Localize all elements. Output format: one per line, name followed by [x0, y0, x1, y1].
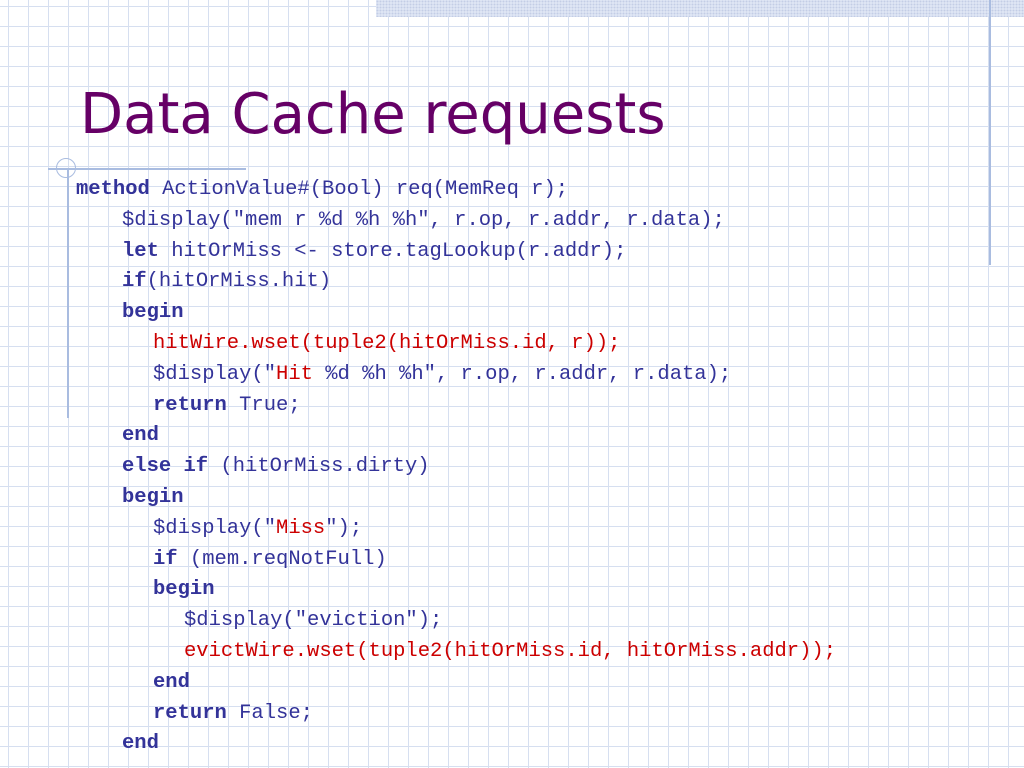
code-line-11: begin: [76, 483, 836, 514]
circle-ornament: [56, 158, 76, 178]
keyword-begin: begin: [153, 578, 215, 602]
top-decorative-band: [376, 0, 1024, 17]
evict-wire-statement: evictWire.wset(tuple2(hitOrMiss.id, hitO…: [184, 639, 837, 663]
keyword-method: method: [76, 178, 150, 201]
display-eviction: $display("eviction");: [184, 609, 443, 633]
code-line-10: else if (hitOrMiss.dirty): [76, 452, 836, 483]
title-underline-accent: [48, 168, 246, 170]
code-line-17: end: [76, 668, 836, 699]
keyword-let: let: [122, 239, 159, 263]
code-line-5: begin: [76, 298, 836, 329]
code-line-2: $display("mem r %d %h %h", r.op, r.addr,…: [76, 206, 836, 237]
keyword-return: return: [153, 393, 227, 417]
keyword-if: if: [153, 547, 178, 571]
return-true: True;: [226, 393, 301, 417]
display-request: $display("mem r %d %h %h", r.op, r.addr,…: [122, 208, 725, 232]
display-hit-suffix: %d %h %h", r.op, r.addr, r.data);: [312, 362, 732, 386]
code-line-19: end: [76, 729, 836, 760]
dirty-condition: (hitOrMiss.dirty): [208, 455, 430, 479]
code-line-1: method ActionValue#(Bool) req(MemReq r);: [76, 175, 836, 206]
code-line-8: return True;: [76, 391, 836, 422]
code-block: method ActionValue#(Bool) req(MemReq r);…: [76, 175, 836, 760]
keyword-if: if: [122, 270, 147, 294]
keyword-begin: begin: [122, 301, 184, 325]
keyword-else-if: else if: [122, 455, 209, 479]
code-line-16: evictWire.wset(tuple2(hitOrMiss.id, hitO…: [76, 637, 836, 668]
code-line-9: end: [76, 421, 836, 452]
code-line-4: if(hitOrMiss.hit): [76, 267, 836, 298]
code-line-18: return False;: [76, 699, 836, 730]
code-line-6: hitWire.wset(tuple2(hitOrMiss.id, r));: [76, 329, 836, 360]
display-miss-prefix: $display(": [153, 516, 277, 540]
left-accent-line: [67, 168, 69, 418]
keyword-end: end: [122, 424, 159, 448]
return-false: False;: [226, 701, 313, 725]
code-line-3: let hitOrMiss <- store.tagLookup(r.addr)…: [76, 237, 836, 268]
hit-wire-statement: hitWire.wset(tuple2(hitOrMiss.id, r));: [153, 331, 621, 355]
not-full-condition: (mem.reqNotFull): [177, 547, 387, 571]
display-miss-word: Miss: [276, 516, 326, 540]
method-signature: ActionValue#(Bool) req(MemReq r);: [149, 178, 569, 201]
keyword-begin: begin: [122, 485, 184, 509]
code-line-13: if (mem.reqNotFull): [76, 545, 836, 576]
keyword-end: end: [122, 732, 159, 756]
code-line-15: $display("eviction");: [76, 606, 836, 637]
tag-lookup-statement: hitOrMiss <- store.tagLookup(r.addr);: [158, 239, 627, 263]
keyword-end: end: [153, 670, 190, 694]
display-hit-word: Hit: [276, 362, 313, 386]
display-hit-prefix: $display(": [153, 362, 277, 386]
code-line-7: $display("Hit %d %h %h", r.op, r.addr, r…: [76, 360, 836, 391]
display-miss-suffix: ");: [325, 516, 363, 540]
code-line-12: $display("Miss");: [76, 514, 836, 545]
right-accent-line: [989, 0, 991, 265]
hit-condition: (hitOrMiss.hit): [146, 270, 332, 294]
keyword-return: return: [153, 701, 227, 725]
code-line-14: begin: [76, 575, 836, 606]
slide-title: Data Cache requests: [80, 82, 666, 147]
